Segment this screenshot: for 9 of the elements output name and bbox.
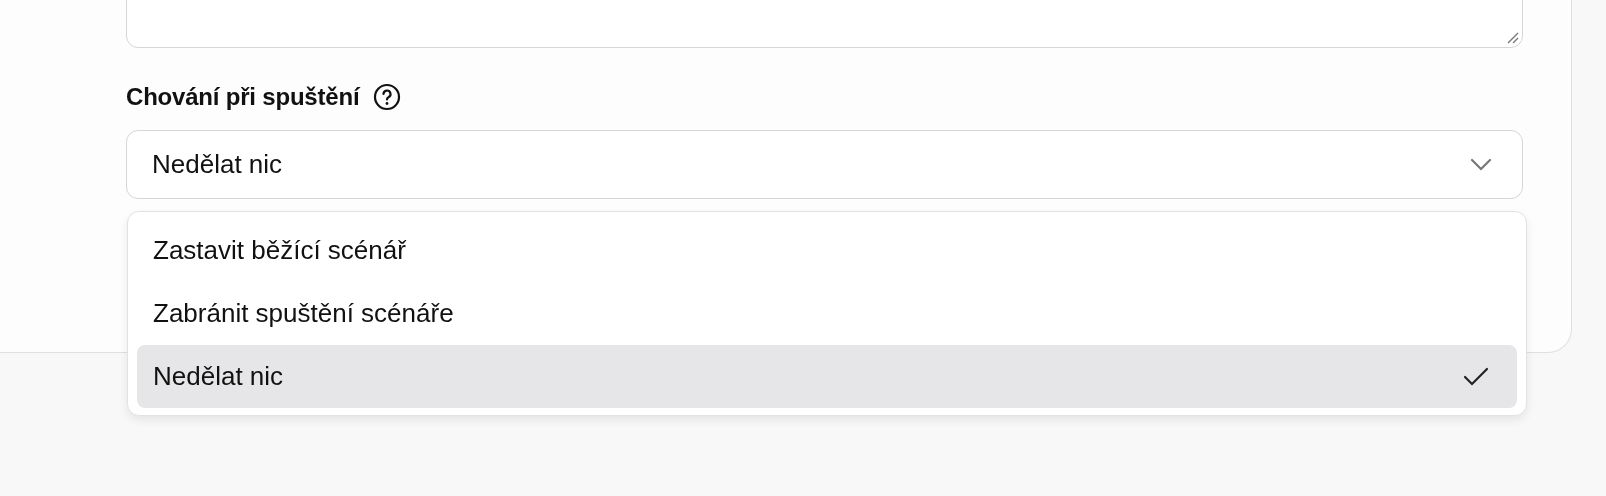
field-label: Chování při spuštění xyxy=(126,83,360,111)
help-icon[interactable] xyxy=(373,83,402,111)
dropdown-option[interactable]: Zabránit spuštění scénáře xyxy=(137,282,1517,345)
resize-handle-icon[interactable] xyxy=(1505,30,1519,44)
chevron-down-icon xyxy=(1470,157,1492,172)
select-field[interactable]: Nedělat nic xyxy=(126,130,1523,199)
dropdown-option[interactable]: Zastavit běžící scénář xyxy=(137,219,1517,282)
dropdown-option[interactable]: Nedělat nic xyxy=(137,345,1517,408)
checkmark-icon xyxy=(1463,366,1489,387)
